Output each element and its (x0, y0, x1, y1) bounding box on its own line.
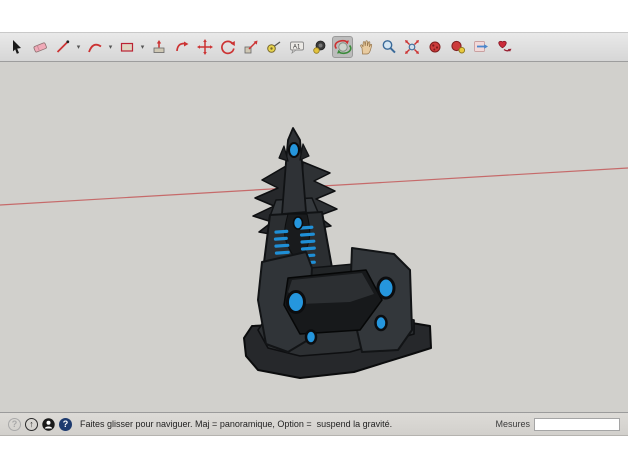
sketchup-window: ▾ ▾ ▾ A1 ? ↑ ? Faites glisser pour navig… (0, 0, 628, 472)
push-pull-tool-icon[interactable] (148, 36, 169, 58)
viewport[interactable] (0, 62, 628, 412)
physics-objects-icon[interactable] (447, 36, 468, 58)
throne-model (243, 127, 432, 379)
orbit-tool-icon[interactable] (332, 36, 353, 58)
arc-dropdown-caret[interactable]: ▾ (107, 43, 114, 51)
status-message: Faites glisser pour naviguer. Maj = pano… (80, 419, 393, 429)
question-circle-icon[interactable]: ? (59, 417, 72, 431)
measurements-group: Mesures (495, 417, 620, 431)
rectangle-tool-icon[interactable] (116, 36, 137, 58)
svg-text:A1: A1 (293, 44, 301, 50)
toolbar: ▾ ▾ ▾ A1 (0, 32, 628, 62)
help-circle-icon[interactable]: ? (8, 417, 21, 431)
rectangle-dropdown-caret[interactable]: ▾ (139, 43, 146, 51)
user-circle-icon[interactable] (42, 417, 55, 431)
rotate-tool-icon[interactable] (217, 36, 238, 58)
window-title-strip (0, 0, 628, 32)
status-bar: ? ↑ ? Faites glisser pour naviguer. Maj … (0, 412, 628, 436)
line-dropdown-caret[interactable]: ▾ (75, 43, 82, 51)
pan-tool-icon[interactable] (355, 36, 376, 58)
move-tool-icon[interactable] (194, 36, 215, 58)
line-tool-icon[interactable] (52, 36, 73, 58)
physics-export-icon[interactable] (470, 36, 491, 58)
physics-play-icon[interactable] (493, 36, 514, 58)
eraser-tool-icon[interactable] (29, 36, 50, 58)
physics-settings-icon[interactable] (424, 36, 445, 58)
zoom-tool-icon[interactable] (378, 36, 399, 58)
text-tool-icon[interactable]: A1 (286, 36, 307, 58)
measurements-input[interactable] (534, 417, 620, 431)
tape-measure-tool-icon[interactable] (263, 36, 284, 58)
scale-tool-icon[interactable] (240, 36, 261, 58)
upload-circle-icon[interactable]: ↑ (25, 417, 38, 431)
follow-me-tool-icon[interactable] (171, 36, 192, 58)
select-tool-icon[interactable] (6, 36, 27, 58)
arc-tool-icon[interactable] (84, 36, 105, 58)
zoom-extents-tool-icon[interactable] (401, 36, 422, 58)
measurements-label: Mesures (495, 419, 530, 429)
window-bottom-strip (0, 436, 628, 472)
paint-bucket-tool-icon[interactable] (309, 36, 330, 58)
